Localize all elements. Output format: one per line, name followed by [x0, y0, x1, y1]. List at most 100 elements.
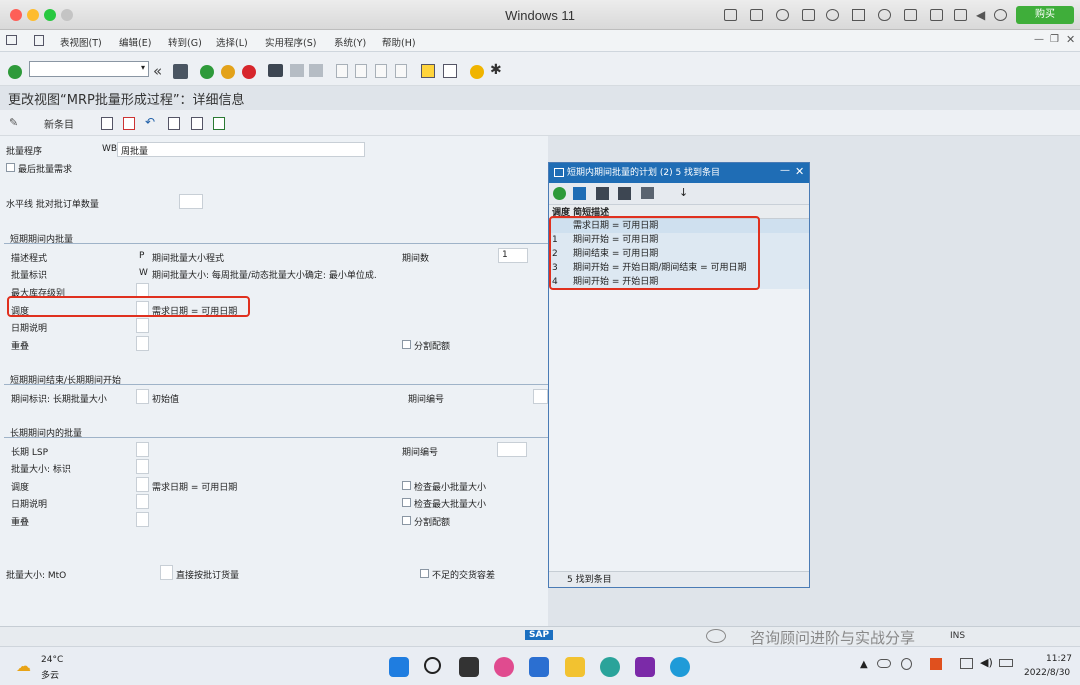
start-icon[interactable]	[389, 657, 409, 677]
find-icon[interactable]	[596, 187, 609, 200]
search-icon[interactable]	[424, 657, 441, 674]
lsp-field[interactable]	[136, 442, 149, 457]
popup-minimize-icon[interactable]: —	[780, 165, 790, 176]
menu-selection[interactable]: 选择(L)	[216, 35, 248, 49]
minimize-icon[interactable]: —	[1034, 34, 1044, 45]
back-icon[interactable]	[200, 65, 214, 79]
last-lot-req-checkbox[interactable]	[6, 163, 15, 172]
drive-icon[interactable]	[904, 9, 917, 21]
menu-system[interactable]: 系统(Y)	[334, 35, 366, 49]
previous-entry-icon[interactable]	[168, 117, 180, 130]
chevron-up-icon[interactable]: ▲	[860, 659, 868, 670]
next-page-icon[interactable]	[375, 64, 387, 78]
copy-as-icon[interactable]	[101, 117, 113, 130]
sap-menu-icon[interactable]	[6, 35, 17, 45]
weather-text: 多云	[41, 671, 60, 681]
confirm-icon[interactable]	[553, 187, 566, 200]
print-icon[interactable]	[641, 187, 654, 199]
battery-icon[interactable]	[999, 659, 1013, 667]
display-icon[interactable]	[960, 658, 973, 669]
save-icon[interactable]	[173, 64, 188, 79]
new-entries-button[interactable]: 新条目	[44, 116, 74, 131]
app-icon[interactable]	[600, 657, 620, 677]
long-split-checkbox[interactable]	[402, 516, 411, 525]
menu-table-view[interactable]: 表视图(T)	[60, 35, 102, 49]
close-icon[interactable]: ✕	[1066, 33, 1075, 46]
command-field[interactable]: ▾	[29, 61, 149, 77]
display-change-icon[interactable]: ✎	[9, 116, 18, 129]
shortcut-icon[interactable]	[443, 64, 457, 78]
arrow-left-icon[interactable]: ◀	[976, 8, 985, 22]
app-tray-icon[interactable]	[930, 658, 942, 670]
back-double-arrow-icon[interactable]: «	[153, 62, 162, 80]
first-page-icon[interactable]	[336, 64, 348, 78]
long-date-desc-field[interactable]	[136, 494, 149, 509]
check-min-checkbox[interactable]	[402, 481, 411, 490]
mto-field[interactable]	[160, 565, 173, 580]
horizon-field[interactable]	[179, 194, 203, 209]
previous-page-icon[interactable]	[355, 64, 367, 78]
menu-utilities[interactable]: 实用程序(S)	[265, 35, 316, 49]
short-overlap-label: 重叠	[11, 342, 30, 352]
short-overlap-field[interactable]	[136, 336, 149, 351]
volume-icon[interactable]	[852, 9, 865, 21]
volume-icon[interactable]: ◀)	[980, 656, 993, 669]
microphone-icon[interactable]	[878, 9, 891, 21]
menu-goto[interactable]: 转到(G)	[168, 35, 202, 49]
period-count-field[interactable]: 1	[498, 248, 528, 263]
new-session-icon[interactable]	[421, 64, 435, 78]
sort-icon[interactable]: ↓	[679, 186, 688, 199]
settings-icon[interactable]: ✱	[490, 62, 502, 78]
onenote-icon[interactable]	[635, 657, 655, 677]
enter-check-icon[interactable]	[8, 65, 22, 79]
menu-edit[interactable]: 编辑(E)	[119, 35, 151, 49]
short-period-no-field[interactable]	[533, 389, 548, 404]
long-period-no-field[interactable]	[497, 442, 527, 457]
find-next-icon[interactable]	[309, 64, 323, 77]
menu-help[interactable]: 帮助(H)	[382, 35, 416, 49]
cpu-icon[interactable]	[750, 9, 763, 21]
print-icon[interactable]	[268, 64, 283, 77]
app-icon[interactable]	[494, 657, 514, 677]
window-title-bar: Windows 11 ◀ 购买	[0, 0, 1080, 30]
cancel-x-icon[interactable]	[573, 187, 586, 200]
edge-icon[interactable]	[670, 657, 690, 677]
network-icon[interactable]	[901, 658, 912, 670]
short-date-desc-label: 日期说明	[11, 324, 48, 334]
find-next-icon[interactable]	[618, 187, 631, 200]
usb-icon[interactable]	[776, 9, 789, 21]
long-overlap-field[interactable]	[136, 512, 149, 527]
undo-icon[interactable]: ↶	[145, 115, 155, 129]
delete-icon[interactable]	[123, 117, 135, 130]
cancel-icon[interactable]	[242, 65, 256, 79]
last-page-icon[interactable]	[395, 64, 407, 78]
layout-icon[interactable]	[34, 35, 44, 46]
cloud-icon[interactable]	[877, 659, 891, 668]
next-entry-icon[interactable]	[191, 117, 203, 130]
lot-procedure-field[interactable]: 周批量	[117, 142, 365, 157]
weather-icon[interactable]: ☁	[16, 657, 31, 675]
sap-logon-icon[interactable]	[529, 657, 549, 677]
shortfall-checkbox[interactable]	[420, 569, 429, 578]
keyboard-icon[interactable]	[724, 9, 737, 21]
gear-icon[interactable]	[994, 9, 1007, 21]
export-icon[interactable]	[213, 117, 225, 130]
short-date-desc-field[interactable]	[136, 318, 149, 333]
check-max-checkbox[interactable]	[402, 498, 411, 507]
task-view-icon[interactable]	[459, 657, 479, 677]
long-lot-size-field[interactable]	[136, 459, 149, 474]
find-icon[interactable]	[290, 64, 304, 77]
screen-icon[interactable]	[954, 9, 967, 21]
file-explorer-icon[interactable]	[565, 657, 585, 677]
period-ind-field[interactable]	[136, 389, 149, 404]
exit-icon[interactable]	[221, 65, 235, 79]
buy-button[interactable]: 购买	[1016, 6, 1074, 24]
printer-icon[interactable]	[802, 9, 815, 21]
long-schedule-field[interactable]	[136, 477, 149, 492]
camera-icon[interactable]	[930, 9, 943, 21]
short-split-checkbox[interactable]	[402, 340, 411, 349]
globe-icon[interactable]	[826, 9, 839, 21]
popup-close-icon[interactable]: ✕	[795, 165, 804, 178]
help-icon[interactable]	[470, 65, 484, 79]
restore-icon[interactable]: ❐	[1050, 34, 1059, 45]
